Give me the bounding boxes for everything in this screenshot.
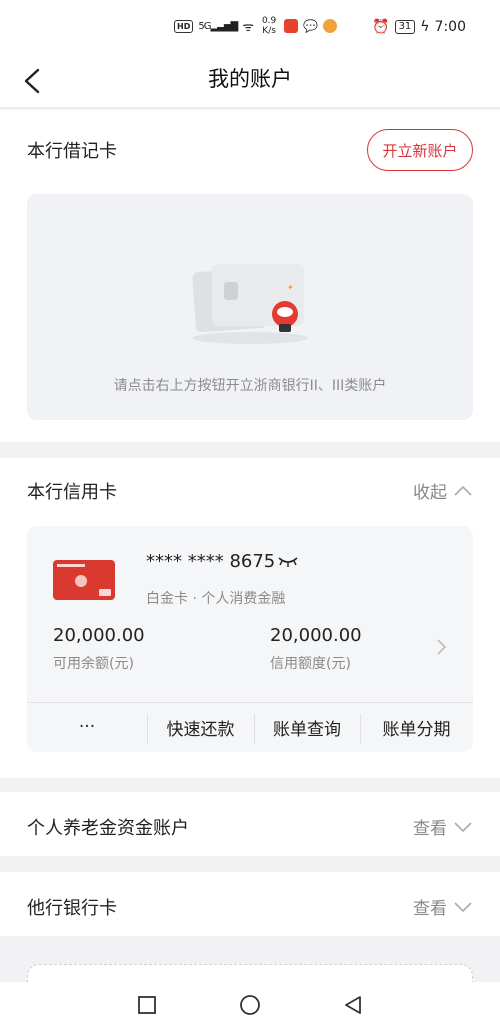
bill-query-button[interactable]: 账单查询	[254, 702, 360, 752]
hd-indicator: HD	[174, 19, 194, 33]
svg-text:✦: ✦	[287, 283, 294, 292]
empty-tip-text: 请点击右上方按钮开立浙商银行II、III类账户	[113, 378, 387, 394]
empty-card-illustration: ✦	[192, 264, 308, 344]
clock: 7:00	[434, 19, 466, 35]
battery-icon: 31	[394, 20, 416, 34]
available-label: 可用余额(元)	[53, 656, 134, 672]
credit-card-thumbnail	[53, 560, 115, 600]
status-right: ⏰ 31 ϟ 7:00	[372, 19, 466, 35]
other-bank-view-toggle[interactable]: 查看	[413, 894, 473, 919]
credit-limit-amount: 20,000.00	[270, 625, 362, 646]
pension-title: 个人养老金资金账户	[27, 818, 189, 839]
charging-icon: ϟ	[420, 19, 430, 35]
app-notification-icon	[284, 19, 299, 33]
back-nav-icon[interactable]	[342, 994, 364, 1016]
credit-card-section: 本行信用卡 收起 **** **** 8675 白金卡 · 个人消费金融 20,…	[0, 458, 500, 778]
pension-view-label: 查看	[413, 819, 447, 839]
card-type: 白金卡 · 个人消费金融	[146, 591, 286, 607]
bill-installment-button[interactable]: 账单分期	[360, 702, 473, 752]
status-bar: HD 5G▂▃▅▇ ᯤ 0.9 K/s 💬 ⏰ 31 ϟ 7:00	[0, 0, 500, 56]
network-type: 5G	[198, 20, 211, 32]
eye-closed-icon[interactable]	[277, 554, 299, 568]
other-bank-title: 他行银行卡	[27, 898, 117, 919]
wechat-icon: 💬	[303, 19, 319, 33]
quick-repay-button[interactable]: 快速还款	[147, 702, 254, 752]
page-title: 我的账户	[208, 67, 292, 91]
status-left: HD 5G▂▃▅▇ ᯤ 0.9 K/s 💬	[174, 16, 338, 36]
more-actions-button[interactable]: ···	[27, 702, 147, 752]
chevron-down-icon	[454, 821, 472, 832]
card-number: **** **** 8675	[146, 551, 276, 572]
other-bank-card-row[interactable]: 他行银行卡 查看	[0, 872, 500, 936]
chevron-down-icon	[454, 901, 472, 912]
alarm-icon: ⏰	[372, 19, 390, 35]
recent-apps-icon[interactable]	[136, 994, 158, 1016]
signal-icon: 5G▂▃▅▇	[198, 20, 238, 32]
collapse-toggle[interactable]: 收起	[413, 478, 473, 503]
chevron-up-icon	[454, 485, 472, 496]
credit-section-title: 本行信用卡	[27, 482, 117, 503]
debit-section-title: 本行借记卡	[27, 141, 117, 162]
credit-card-item[interactable]: **** **** 8675 白金卡 · 个人消费金融 20,000.00 可用…	[27, 526, 473, 752]
open-account-button[interactable]: 开立新账户	[367, 129, 473, 171]
wifi-icon: ᯤ	[242, 20, 255, 35]
pension-account-row[interactable]: 个人养老金资金账户 查看	[0, 792, 500, 856]
collapse-label: 收起	[413, 483, 447, 503]
chevron-right-icon[interactable]	[435, 638, 447, 656]
credit-limit-label: 信用额度(元)	[270, 656, 351, 672]
home-icon[interactable]	[239, 994, 261, 1016]
other-bank-view-label: 查看	[413, 899, 447, 919]
pension-view-toggle[interactable]: 查看	[413, 814, 473, 839]
available-amount: 20,000.00	[53, 625, 145, 646]
debit-card-section: 本行借记卡 开立新账户 ✦ 请点击右上方按钮开立浙商银行II、III类账户	[0, 110, 500, 442]
system-nav-bar	[0, 982, 500, 1031]
empty-state-box: ✦ 请点击右上方按钮开立浙商银行II、III类账户	[27, 194, 473, 420]
app-notification-icon-2	[323, 19, 338, 33]
nav-bar: 我的账户	[0, 56, 500, 108]
network-speed: 0.9 K/s	[261, 16, 277, 36]
